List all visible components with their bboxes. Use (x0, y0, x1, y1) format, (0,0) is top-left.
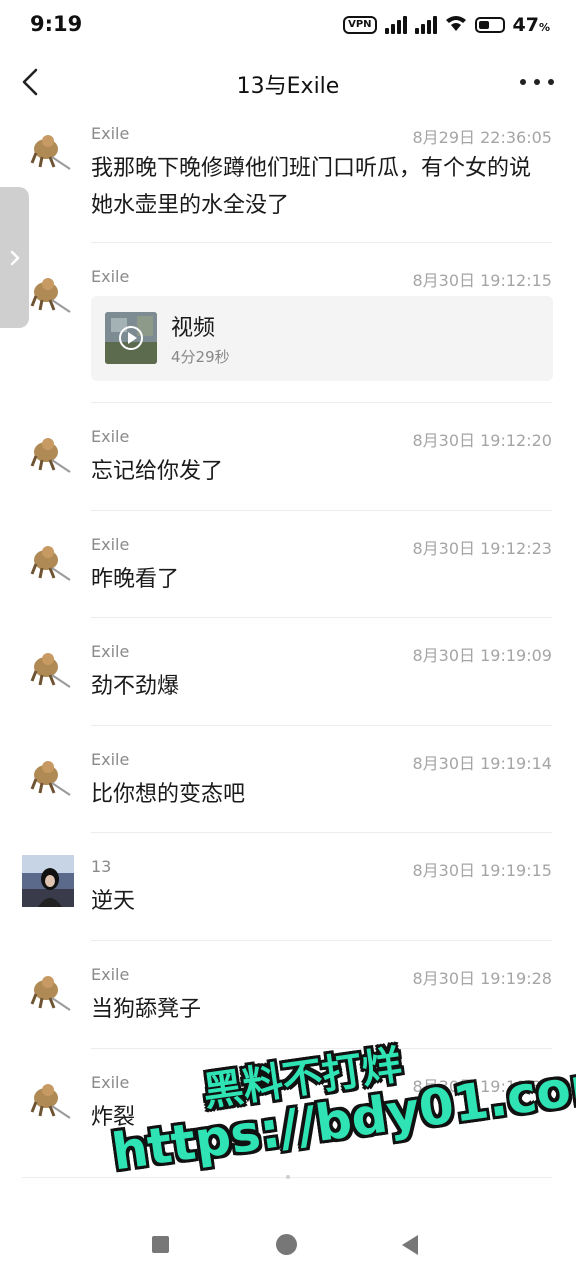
avatar-exile-icon (30, 278, 71, 313)
avatar[interactable] (22, 270, 74, 322)
signal-icon (414, 16, 437, 34)
divider (91, 940, 552, 941)
back-triangle-icon[interactable] (400, 1234, 420, 1260)
sender-name: Exile (91, 535, 130, 554)
message-text: 逆天 (91, 889, 136, 914)
message-text: 比你想的变态吧 (91, 782, 246, 807)
sender-name: Exile (91, 642, 130, 661)
video-thumbnail[interactable] (105, 312, 157, 364)
message-text: 劲不劲爆 (91, 674, 180, 699)
video-duration: 4分29秒 (171, 348, 230, 366)
system-nav-bar (0, 1210, 576, 1280)
battery-icon (474, 17, 505, 33)
divider (91, 242, 552, 243)
avatar-exile-icon (30, 546, 71, 581)
sender-name: Exile (91, 124, 130, 143)
video-title: 视频 (171, 316, 216, 341)
avatar[interactable] (22, 127, 74, 179)
message-time: 8月30日 19:19:32 (412, 1077, 553, 1096)
recents-square-icon[interactable] (152, 1236, 169, 1253)
chevron-right-icon (10, 250, 20, 266)
avatar[interactable] (22, 430, 74, 482)
avatar-exile-icon (30, 1084, 71, 1119)
status-icons: VPN 47% (343, 14, 550, 36)
message-time: 8月30日 19:19:28 (412, 969, 553, 988)
scroll-indicator (286, 1175, 290, 1179)
message-time: 8月29日 22:36:05 (412, 128, 553, 147)
sender-name: Exile (91, 267, 130, 286)
signal-icon (384, 16, 407, 34)
sender-name: Exile (91, 1073, 130, 1092)
message-time: 8月30日 19:19:09 (412, 646, 553, 665)
divider (91, 725, 552, 726)
wifi-icon (445, 14, 467, 36)
message-time: 8月30日 19:12:23 (412, 539, 553, 558)
avatar[interactable] (22, 968, 74, 1020)
message-text: 忘记给你发了 (91, 459, 224, 484)
message-text: 我那晚下晚修蹲他们班门口听瓜，有个女的说她水壶里的水全没了 (91, 156, 532, 218)
vpn-icon: VPN (343, 16, 377, 34)
status-time: 9:19 (30, 12, 83, 36)
page-title: 13与Exile (236, 74, 340, 99)
divider (91, 1048, 552, 1049)
avatar[interactable] (22, 753, 74, 805)
avatar-13-icon (22, 855, 74, 907)
avatar-exile-icon (30, 438, 71, 473)
battery-percent: 47% (512, 14, 550, 36)
avatar[interactable] (22, 855, 74, 907)
status-bar: 9:19 VPN 47% (0, 0, 576, 52)
home-circle-icon[interactable] (276, 1234, 297, 1255)
avatar[interactable] (22, 645, 74, 697)
sender-name: Exile (91, 965, 130, 984)
message-text: 炸裂 (91, 1105, 136, 1130)
play-icon (105, 312, 157, 364)
avatar-exile-icon (30, 761, 71, 796)
message-time: 8月30日 19:12:15 (412, 271, 553, 290)
divider (91, 402, 552, 403)
message-text: 昨晚看了 (91, 567, 180, 592)
avatar[interactable] (22, 538, 74, 590)
divider (91, 510, 552, 511)
avatar-exile-icon (30, 653, 71, 688)
message-time: 8月30日 19:19:15 (412, 861, 553, 880)
sender-name: Exile (91, 427, 130, 446)
sender-name: Exile (91, 750, 130, 769)
more-options-button[interactable] (520, 72, 554, 92)
message-text: 当狗舔凳子 (91, 997, 202, 1022)
avatar[interactable] (22, 1076, 74, 1128)
divider (91, 832, 552, 833)
video-card[interactable]: 视频 4分29秒 (91, 296, 553, 381)
message-time: 8月30日 19:12:20 (412, 431, 553, 450)
divider (91, 617, 552, 618)
avatar-exile-icon (30, 976, 71, 1011)
top-bar: 13与Exile (0, 52, 576, 114)
avatar-exile-icon (30, 135, 71, 170)
battery-level (478, 21, 489, 29)
more-dots-icon (520, 79, 526, 85)
message-time: 8月30日 19:19:14 (412, 754, 553, 773)
sender-name: 13 (91, 857, 112, 876)
